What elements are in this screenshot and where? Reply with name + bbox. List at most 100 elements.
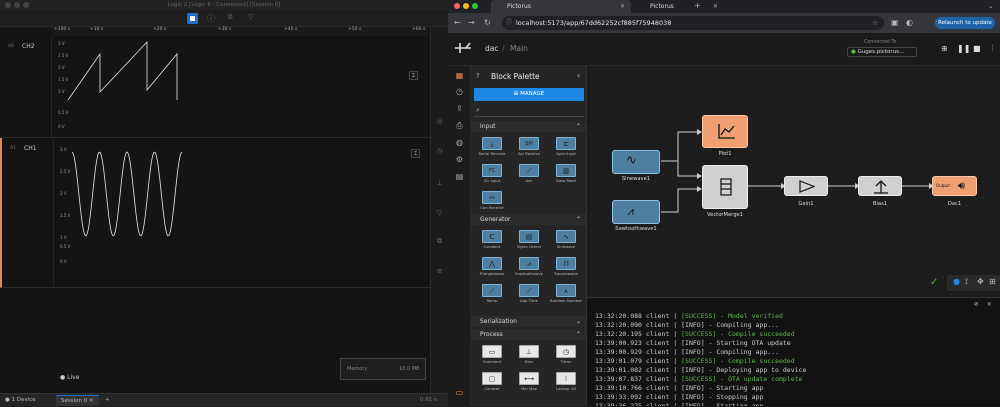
stop-icon[interactable]: ■ bbox=[973, 44, 981, 53]
palette-item-lookup-1d[interactable]: ⦚ Lookup 1D bbox=[548, 372, 584, 396]
palette-item-i2c-input[interactable]: I²C I2c Input bbox=[474, 164, 510, 188]
palette-item-sinewave[interactable]: ∿ Sinewave bbox=[548, 230, 584, 254]
block-sinewave[interactable]: ∿ bbox=[612, 150, 660, 174]
analyzers-icon[interactable]: ◎ bbox=[435, 117, 444, 126]
palette-item-bytes-literal[interactable]: ▤ Bytes Literal bbox=[511, 230, 547, 254]
history-icon[interactable]: ◷ bbox=[454, 87, 465, 98]
bookmark-icon[interactable]: ☆ bbox=[872, 16, 878, 30]
measure-icon[interactable]: ⊥ bbox=[435, 179, 444, 188]
browser-tab-2[interactable]: Pictorus ✕ bbox=[634, 0, 724, 13]
channel-settings-button[interactable]: ⌶ bbox=[411, 149, 420, 158]
snap-icon[interactable]: ⟟ bbox=[965, 277, 968, 287]
device-selector[interactable]: ● Guges.pictorus... bbox=[847, 47, 917, 57]
palette-item-constant[interactable]: C Constant bbox=[474, 230, 510, 254]
minimize-window-button[interactable] bbox=[14, 2, 20, 8]
palette-search-input[interactable]: ⌕ bbox=[474, 105, 584, 117]
palette-icon[interactable]: ◍ bbox=[454, 138, 465, 149]
back-icon[interactable]: ← bbox=[454, 18, 461, 27]
close-icon[interactable]: ✕ bbox=[713, 0, 718, 13]
export-icon[interactable]: ⇪ bbox=[454, 104, 465, 115]
palette-item-serial-receive[interactable]: ⤓ Serial Receive bbox=[474, 137, 510, 161]
settings-icon[interactable]: ⚙ bbox=[454, 155, 465, 166]
profile-icon[interactable]: ◐ bbox=[906, 18, 913, 27]
palette-item-min-max[interactable]: ⟷ Min Max bbox=[511, 372, 547, 396]
print-icon[interactable]: ⎙ bbox=[454, 121, 465, 132]
breadcrumb-project[interactable]: dac bbox=[485, 44, 498, 53]
block-bias[interactable] bbox=[858, 176, 902, 196]
palette-item-trianglewave[interactable]: ⋀ Trianglewave bbox=[474, 257, 510, 281]
extensions-icon[interactable]: ⧉ bbox=[435, 237, 444, 246]
maximize-window-button[interactable] bbox=[23, 2, 29, 8]
palette-item-random-number[interactable]: ⩚ Random Number bbox=[548, 284, 584, 308]
fit-icon[interactable]: ⊞ bbox=[989, 277, 996, 286]
breadcrumb-page[interactable]: Main bbox=[510, 44, 528, 53]
block-plot[interactable] bbox=[702, 115, 748, 148]
palette-item-ramp[interactable]: ⟋ Ramp bbox=[474, 284, 510, 308]
diagram-canvas[interactable]: ∿ Sinewave1 ⩘ Sawtoothwave1 Plot1 Vector… bbox=[587, 66, 1000, 297]
close-icon[interactable]: ✕ bbox=[987, 300, 991, 308]
file-icon[interactable]: ▤ bbox=[454, 172, 465, 183]
extensions-icon[interactable]: ▣ bbox=[891, 18, 899, 27]
site-info-icon[interactable]: ⓘ bbox=[506, 16, 512, 30]
pause-icon[interactable]: ❚❚ bbox=[957, 44, 970, 53]
forward-icon[interactable]: → bbox=[468, 18, 475, 27]
palette-item-comment[interactable]: ▭ Comment bbox=[474, 345, 510, 369]
close-window-button[interactable] bbox=[454, 3, 460, 9]
palette-item-spi-receive[interactable]: SPI Spi Receive bbox=[511, 137, 547, 161]
section-header-input[interactable]: Input ⌃ bbox=[471, 121, 586, 132]
palette-item-bias[interactable]: ⊥ Bias bbox=[511, 345, 547, 369]
palette-item-can-receive[interactable]: ⚯ Can Receive bbox=[474, 191, 510, 215]
palette-item-squarewave[interactable]: ⊓ Squarewave bbox=[548, 257, 584, 281]
pan-icon[interactable]: ✥ bbox=[977, 277, 984, 286]
close-window-button[interactable] bbox=[5, 2, 11, 8]
more-menu-icon[interactable]: ⋮ bbox=[989, 44, 996, 52]
section-header-generator[interactable]: Generator ⌃ bbox=[471, 214, 586, 225]
palette-item-counter[interactable]: ▢ Counter bbox=[474, 372, 510, 396]
palette-item-gpio-input[interactable]: ⊏ Gpio Input bbox=[548, 137, 584, 161]
channel-label[interactable]: A0 CH2 bbox=[6, 36, 52, 137]
maximize-window-button[interactable] bbox=[472, 3, 478, 9]
live-indicator[interactable]: ● Live bbox=[60, 374, 79, 381]
block-dac[interactable]: Output 🔊︎ bbox=[932, 176, 977, 196]
new-tab-button[interactable]: + bbox=[694, 1, 701, 10]
block-gain[interactable] bbox=[784, 176, 828, 196]
palette-item-timer[interactable]: ◷ Timer bbox=[548, 345, 584, 369]
waveform-plot-ch1[interactable]: 3 V 2.5 V 2 V 1.5 V 1 V 0.5 V 0 V ⌶ bbox=[54, 138, 432, 288]
device-selector[interactable]: ● 1 Device bbox=[0, 395, 41, 406]
collapse-palette-icon[interactable]: ‹ bbox=[577, 71, 580, 80]
section-header-serialization[interactable]: Serialization ⌄ bbox=[471, 316, 586, 327]
time-ruler[interactable]: +100 s +10 s +20 s +30 s +40 s +50 s +60… bbox=[52, 27, 428, 36]
palette-item-app-time[interactable]: ⟋ App Time bbox=[511, 284, 547, 308]
relaunch-button[interactable]: Relaunch to update bbox=[935, 17, 995, 29]
block-sawtoothwave[interactable]: ⩘ bbox=[612, 200, 660, 224]
blocks-icon[interactable]: ▦ bbox=[454, 71, 465, 82]
close-icon[interactable]: ✕ bbox=[89, 398, 94, 404]
minimize-window-button[interactable] bbox=[463, 3, 469, 9]
section-header-process[interactable]: Process ⌃ bbox=[471, 329, 586, 340]
filter-icon[interactable]: ▽ bbox=[435, 209, 444, 218]
timing-icon[interactable]: ◷ bbox=[435, 147, 444, 156]
channel-label[interactable]: A1 CH1 bbox=[8, 138, 54, 287]
clear-log-icon[interactable]: ⊘ bbox=[974, 300, 978, 308]
session-tab[interactable]: Session 0 ✕ bbox=[56, 395, 99, 406]
add-session-button[interactable]: + bbox=[100, 395, 115, 406]
reload-icon[interactable]: ↻ bbox=[484, 18, 491, 27]
stop-button[interactable] bbox=[187, 13, 198, 24]
deploy-icon[interactable]: ⊕ bbox=[941, 44, 948, 53]
console-toggle-icon[interactable]: ▭ bbox=[454, 388, 465, 399]
help-icon[interactable]: ? bbox=[476, 72, 480, 80]
block-vectormerge[interactable] bbox=[702, 165, 748, 209]
help-icon[interactable]: ⓘ bbox=[207, 13, 215, 24]
palette-item-sawtoothwave[interactable]: ⩘ Sawtoothwave bbox=[511, 257, 547, 281]
palette-item-data-read[interactable]: ▥ Data Read bbox=[548, 164, 584, 188]
waveform-plot-ch2[interactable]: 3 V 2.5 V 2 V 1.5 V 1 V 0.5 V 0 V ⌶ bbox=[52, 36, 430, 138]
manage-button[interactable]: ⊞ MANAGE bbox=[474, 88, 584, 101]
device-settings-icon[interactable]: ⚙ bbox=[227, 13, 233, 21]
notes-icon[interactable]: ≡ bbox=[435, 267, 444, 276]
trigger-icon[interactable]: ▽ bbox=[248, 13, 253, 21]
tab-search-icon[interactable]: ⌄ bbox=[988, 2, 994, 10]
browser-tab-1[interactable]: Pictorus ✕ bbox=[491, 0, 631, 13]
url-input[interactable]: ⓘ localhost:5173/app/67dd62252cf885f7594… bbox=[502, 16, 884, 30]
palette-item-adc[interactable]: ⟋ Adc bbox=[511, 164, 547, 188]
close-icon[interactable]: ✕ bbox=[620, 0, 625, 13]
